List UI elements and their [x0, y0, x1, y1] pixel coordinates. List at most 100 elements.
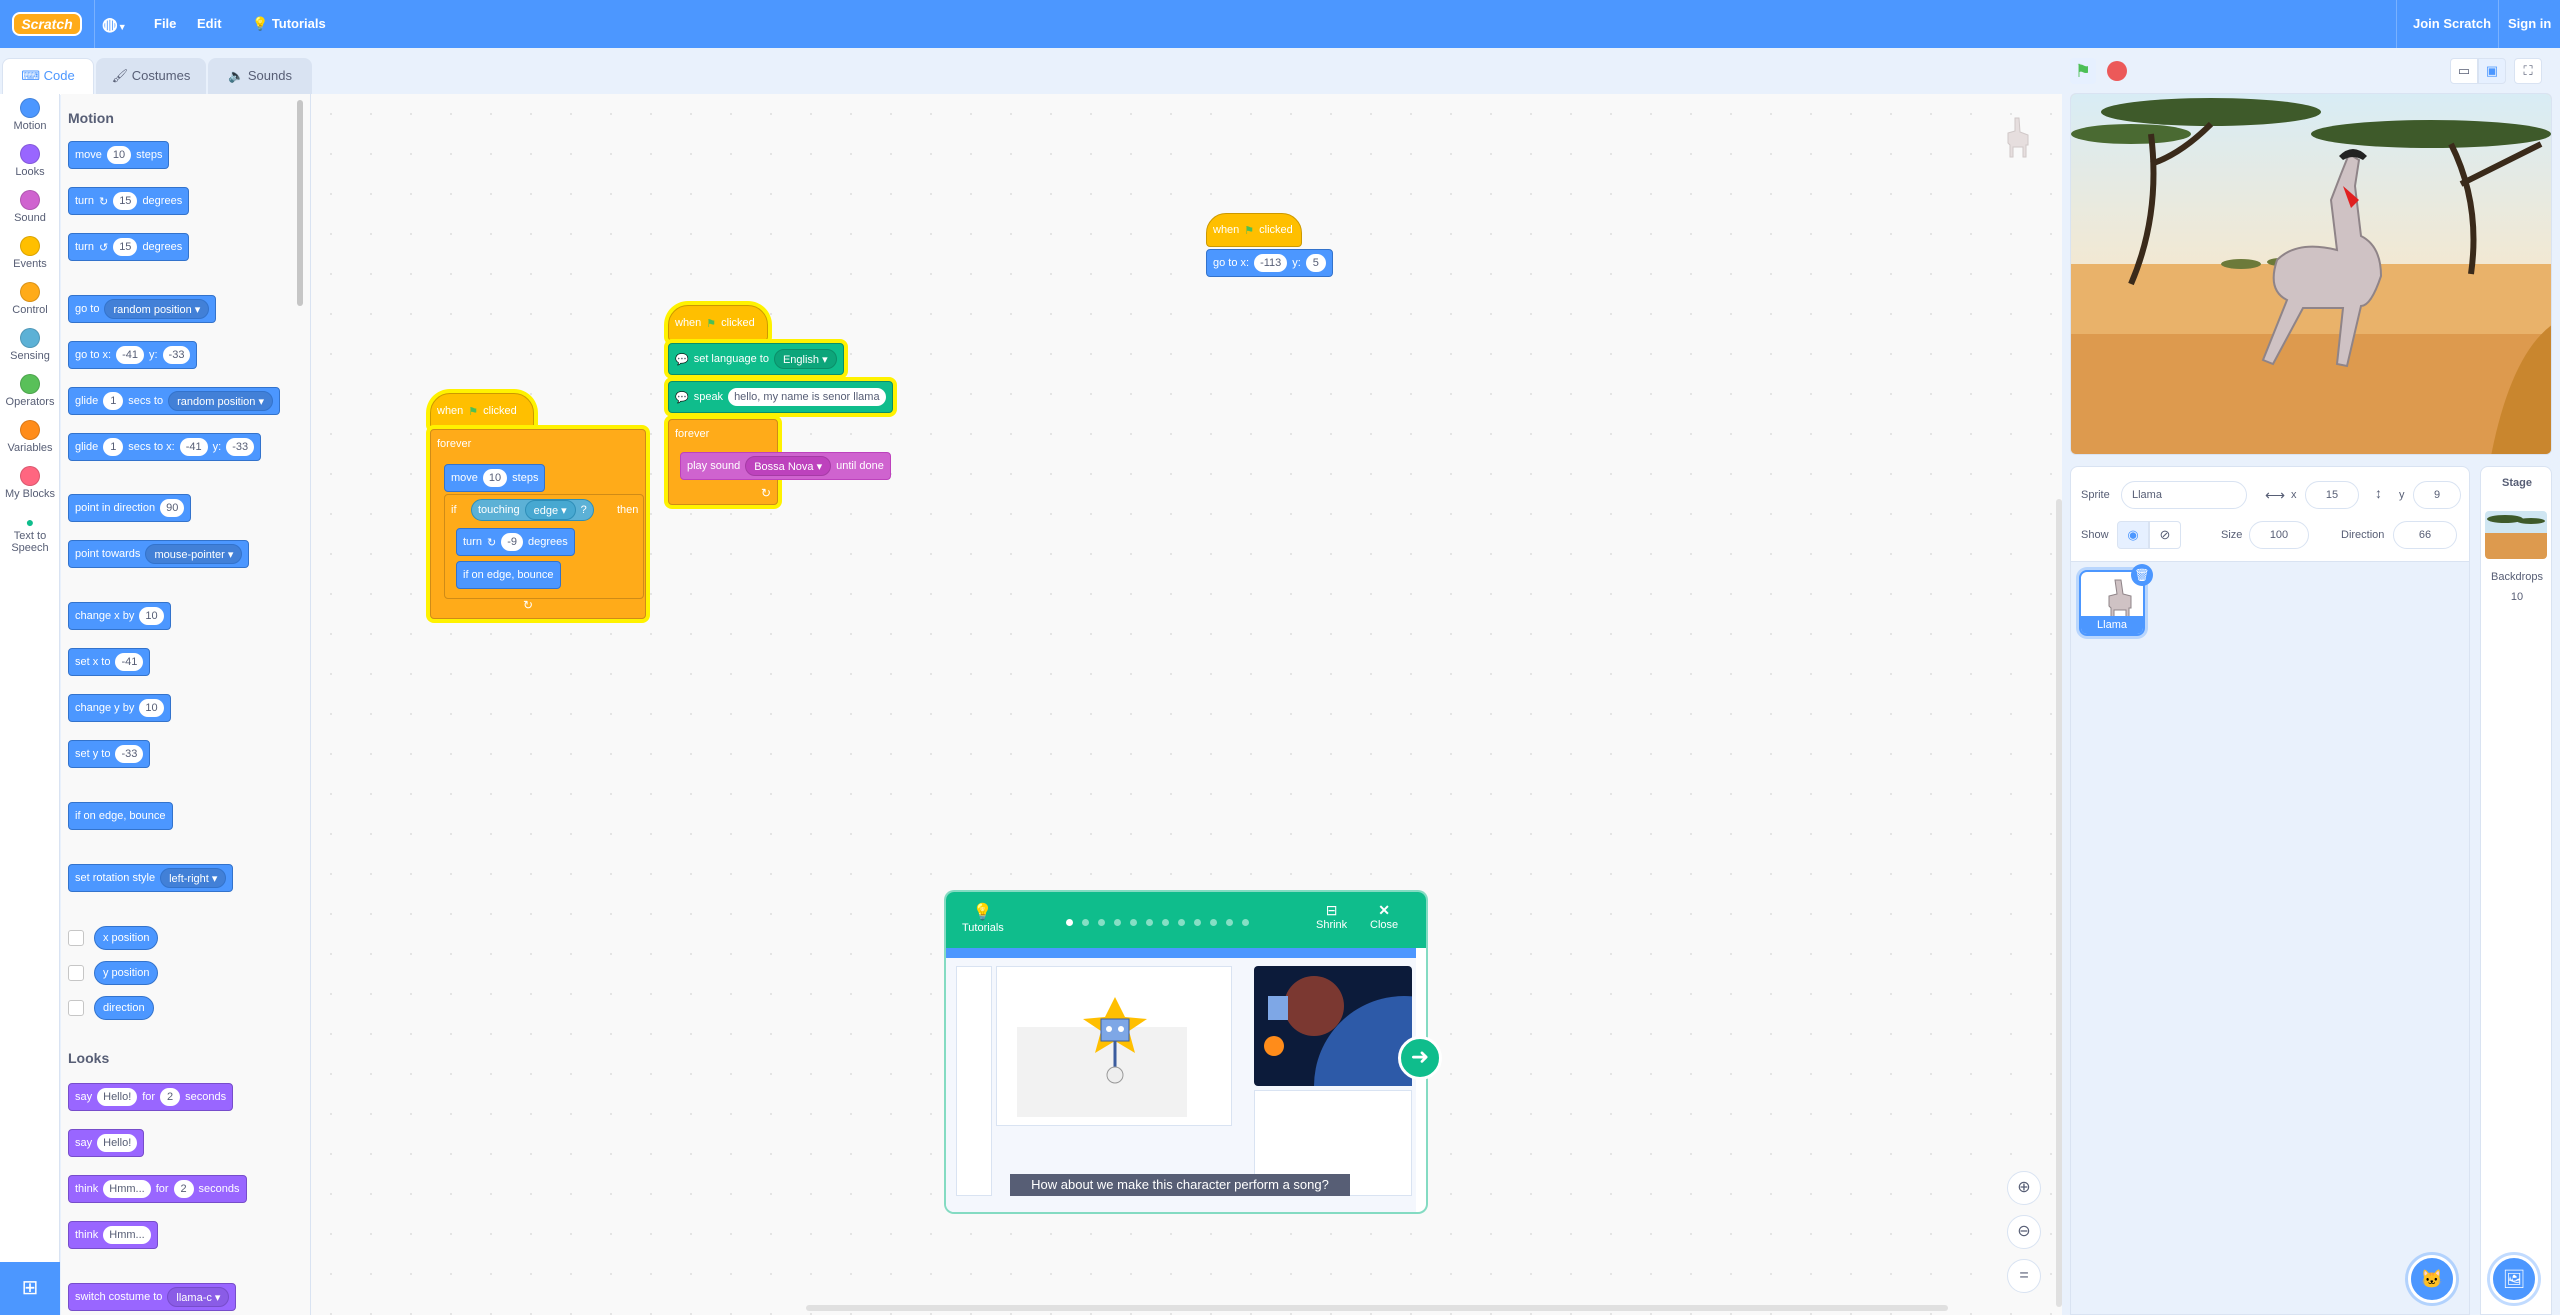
steps-input[interactable]: 10: [106, 146, 132, 164]
steps-input[interactable]: 10: [482, 469, 508, 487]
go-to-xy-block[interactable]: go to x: -41 y: -33: [68, 341, 198, 369]
sprite-name-field[interactable]: [2121, 481, 2247, 509]
tab-sounds[interactable]: 🔈 Sounds: [208, 58, 312, 94]
say-block[interactable]: say Hello!: [68, 1129, 145, 1157]
switch-costume-block[interactable]: switch costume to llama-c ▾: [68, 1283, 237, 1311]
close-button[interactable]: ✕ Close: [1370, 902, 1398, 931]
think-for-secs-block[interactable]: think Hmm... for 2 seconds: [68, 1175, 247, 1203]
hide-sprite-button[interactable]: ⊘: [2149, 521, 2181, 549]
language-menu[interactable]: ◍▼: [102, 0, 138, 48]
degrees-input[interactable]: 15: [113, 192, 138, 210]
backdrop-thumbnail[interactable]: [2485, 511, 2547, 559]
y-input[interactable]: 10: [139, 699, 164, 717]
x-input[interactable]: 10: [139, 607, 164, 625]
step-dot[interactable]: [1226, 919, 1233, 926]
glide-block[interactable]: glide 1 secs to random position ▾: [68, 387, 280, 415]
x-input[interactable]: -113: [1254, 254, 1288, 272]
x-input[interactable]: -41: [115, 653, 144, 671]
fullscreen-button[interactable]: ⛶: [2514, 58, 2542, 84]
sprite-thumb-llama[interactable]: Llama 🗑: [2079, 564, 2153, 636]
move-steps-block[interactable]: move 10 steps: [68, 141, 170, 169]
y-position-reporter[interactable]: y position: [94, 961, 159, 985]
step-dot[interactable]: [1178, 919, 1185, 926]
step-dot[interactable]: [1130, 919, 1137, 926]
y-input[interactable]: -33: [226, 438, 255, 456]
secs-input[interactable]: 2: [160, 1088, 181, 1106]
delete-sprite-button[interactable]: 🗑: [2131, 564, 2153, 586]
next-step-button[interactable]: ➜: [1398, 1036, 1442, 1080]
choose-sprite-button[interactable]: 🐱: [2408, 1255, 2456, 1303]
category-control[interactable]: Control: [0, 282, 60, 316]
x-input[interactable]: -41: [116, 346, 144, 364]
category-looks[interactable]: Looks: [0, 144, 60, 178]
vertical-scrollbar[interactable]: [2056, 499, 2062, 1307]
tab-code[interactable]: ⌨ Code: [2, 58, 94, 95]
degrees-input[interactable]: -9: [501, 533, 523, 551]
when-flag-clicked-hat[interactable]: when ⚑ clicked: [430, 393, 534, 429]
stop-button[interactable]: [2107, 61, 2127, 81]
message-input[interactable]: Hello!: [97, 1088, 138, 1106]
step-dot[interactable]: [1098, 919, 1105, 926]
costume-dropdown[interactable]: llama-c ▾: [167, 1287, 230, 1307]
stage-selector[interactable]: Stage Backdrops 10: [2480, 466, 2552, 1315]
category-events[interactable]: Events: [0, 236, 60, 270]
move-steps-block[interactable]: move 10 steps: [444, 464, 546, 492]
tutorial-video[interactable]: [946, 948, 1426, 1212]
tutorials-menu[interactable]: 💡 Tutorials: [252, 0, 326, 48]
turn-right-block[interactable]: turn ↻ 15 degrees: [68, 187, 190, 215]
glide-dropdown[interactable]: random position ▾: [168, 391, 273, 411]
tutorials-library-button[interactable]: 💡 Tutorials: [962, 902, 1004, 934]
glide-xy-block[interactable]: glide 1 secs to x: -41 y: -33: [68, 433, 262, 461]
step-dot[interactable]: [1194, 919, 1201, 926]
category-motion[interactable]: Motion: [0, 98, 60, 132]
when-flag-clicked-hat[interactable]: when ⚑ clicked: [1206, 213, 1302, 247]
rotation-style-dropdown[interactable]: left-right ▾: [160, 868, 227, 888]
x-position-checkbox[interactable]: [68, 930, 84, 946]
large-stage-button[interactable]: ▣: [2478, 58, 2506, 84]
x-position-field[interactable]: [2305, 481, 2359, 509]
direction-checkbox[interactable]: [68, 1000, 84, 1016]
point-towards-dropdown[interactable]: mouse-pointer ▾: [145, 544, 243, 564]
tab-costumes[interactable]: 🖌 Costumes: [96, 58, 206, 94]
go-to-dropdown[interactable]: random position ▾: [104, 299, 210, 319]
edit-menu[interactable]: Edit: [197, 0, 222, 48]
touching-dropdown[interactable]: edge ▾: [524, 500, 576, 520]
say-for-secs-block[interactable]: say Hello! for 2 seconds: [68, 1083, 234, 1111]
speak-input[interactable]: hello, my name is senor llama: [728, 388, 886, 406]
add-extension-button[interactable]: ⊞: [0, 1262, 60, 1315]
stage-canvas[interactable]: [2070, 93, 2552, 455]
if-on-edge-bounce-block[interactable]: if on edge, bounce: [68, 802, 173, 830]
category-operators[interactable]: Operators: [0, 374, 60, 408]
step-dot[interactable]: [1210, 919, 1217, 926]
play-sound-until-done-block[interactable]: play sound Bossa Nova ▾ until done: [680, 452, 891, 480]
message-input[interactable]: Hmm...: [103, 1180, 151, 1198]
message-input[interactable]: Hello!: [97, 1134, 138, 1152]
direction-reporter[interactable]: direction: [94, 996, 154, 1020]
set-y-block[interactable]: set y to -33: [68, 740, 151, 768]
zoom-in-button[interactable]: ⊕: [2007, 1171, 2041, 1205]
step-dot[interactable]: [1146, 919, 1153, 926]
green-flag-button[interactable]: ⚑: [2070, 58, 2096, 84]
step-dot[interactable]: [1242, 919, 1249, 926]
small-stage-button[interactable]: ▭: [2450, 58, 2478, 84]
point-towards-block[interactable]: point towards mouse-pointer ▾: [68, 540, 250, 568]
turn-block[interactable]: turn ↻ -9 degrees: [456, 528, 575, 556]
category-sensing[interactable]: Sensing: [0, 328, 60, 362]
x-input[interactable]: -41: [179, 438, 208, 456]
horizontal-scrollbar[interactable]: [806, 1305, 1948, 1311]
go-to-block[interactable]: go to random position ▾: [68, 295, 217, 323]
y-input[interactable]: 5: [1305, 254, 1326, 272]
secs-input[interactable]: 2: [173, 1180, 194, 1198]
x-position-reporter[interactable]: x position: [94, 926, 159, 950]
file-menu[interactable]: File: [154, 0, 176, 48]
language-dropdown[interactable]: English ▾: [773, 349, 837, 369]
when-flag-clicked-hat[interactable]: when ⚑ clicked: [668, 305, 768, 341]
set-rotation-style-block[interactable]: set rotation style left-right ▾: [68, 864, 234, 892]
step-dot[interactable]: [1082, 919, 1089, 926]
direction-input[interactable]: 90: [160, 499, 185, 517]
join-scratch-link[interactable]: Join Scratch: [2413, 0, 2491, 48]
palette-scrollbar[interactable]: [297, 100, 303, 306]
step-dot-active[interactable]: [1066, 919, 1073, 926]
category-sound[interactable]: Sound: [0, 190, 60, 224]
category-text-to-speech[interactable]: ● Text to Speech: [0, 514, 60, 554]
